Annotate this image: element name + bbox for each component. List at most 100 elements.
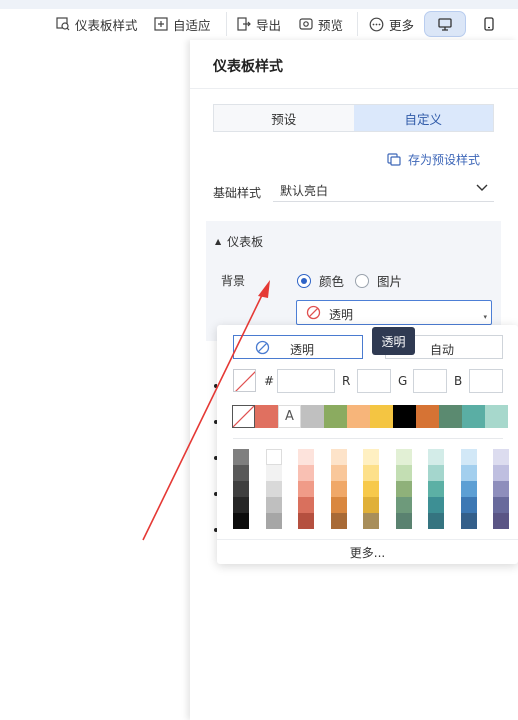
palette-swatch[interactable] — [330, 497, 347, 513]
dropdown-caret-icon: ▾ — [483, 313, 487, 321]
b-input[interactable] — [469, 369, 503, 393]
palette-swatch[interactable] — [330, 513, 347, 529]
palette-swatch[interactable] — [363, 513, 379, 529]
quick-color-swatch[interactable] — [370, 405, 393, 428]
palette-swatch[interactable] — [460, 449, 477, 465]
palette-swatch[interactable] — [265, 465, 282, 481]
mobile-view-button[interactable] — [468, 11, 510, 37]
radio-color[interactable]: 颜色 — [297, 271, 344, 290]
palette-swatch[interactable] — [460, 497, 477, 513]
palette-swatch[interactable] — [395, 465, 412, 481]
no-color-swatch[interactable] — [232, 405, 255, 428]
palette-swatch[interactable] — [298, 481, 314, 497]
palette-swatch[interactable] — [265, 497, 282, 513]
palette-swatch[interactable] — [493, 513, 509, 529]
palette-swatch[interactable] — [493, 465, 509, 481]
adapt-button[interactable]: 自适应 — [154, 14, 211, 34]
background-color-select[interactable]: 透明 ▾ — [296, 300, 492, 325]
export-button[interactable]: 导出 — [237, 14, 281, 34]
palette-swatch[interactable] — [363, 497, 379, 513]
palette-column — [233, 449, 249, 529]
quick-color-swatch[interactable] — [439, 405, 462, 428]
transparent-icon — [306, 305, 321, 320]
palette-column — [428, 449, 444, 529]
tab-preset[interactable]: 预设 — [214, 105, 354, 131]
more-button[interactable]: 更多 — [369, 14, 414, 34]
desktop-view-button[interactable] — [424, 11, 466, 37]
palette-swatch[interactable] — [493, 481, 509, 497]
hex-input[interactable] — [277, 369, 335, 393]
r-label: R — [342, 374, 351, 388]
palette-swatch[interactable] — [460, 481, 477, 497]
quick-color-swatch[interactable] — [485, 405, 508, 428]
preview-button[interactable]: 预览 — [299, 14, 343, 34]
color-picker-popup: 透明 自动 # R G B A 更多... — [217, 325, 518, 564]
quick-color-swatch[interactable] — [324, 405, 347, 428]
r-input[interactable] — [357, 369, 391, 393]
palette-swatch[interactable] — [265, 449, 282, 465]
radio-image[interactable]: 图片 — [355, 271, 402, 290]
quick-color-swatch[interactable] — [416, 405, 439, 428]
palette-swatch[interactable] — [298, 465, 314, 481]
g-input[interactable] — [413, 369, 447, 393]
more-icon — [369, 17, 384, 31]
palette-swatch[interactable] — [428, 513, 444, 529]
quick-color-swatch[interactable] — [347, 405, 370, 428]
chevron-down-icon — [476, 184, 488, 191]
palette-swatch[interactable] — [330, 481, 347, 497]
palette-column — [460, 449, 477, 529]
quick-color-swatch[interactable] — [301, 405, 324, 428]
more-colors-button[interactable]: 更多... — [217, 539, 518, 565]
palette-swatch[interactable] — [233, 465, 249, 481]
desktop-icon — [438, 17, 452, 31]
current-color-preview — [233, 369, 256, 392]
palette-swatch[interactable] — [395, 449, 412, 465]
palette-swatch[interactable] — [330, 465, 347, 481]
quick-color-swatch[interactable] — [255, 405, 278, 428]
base-style-label: 基础样式 — [213, 186, 262, 200]
palette-swatch[interactable] — [428, 481, 444, 497]
section-header[interactable]: ▲ 仪表板 — [215, 233, 263, 250]
transparent-option-label: 透明 — [290, 343, 315, 357]
palette-swatch[interactable] — [298, 513, 314, 529]
palette-swatch[interactable] — [363, 465, 379, 481]
palette-swatch[interactable] — [233, 449, 249, 465]
palette-swatch[interactable] — [265, 513, 282, 529]
base-style-select[interactable]: 默认亮白 — [273, 176, 494, 202]
palette-swatch[interactable] — [428, 497, 444, 513]
save-preset-button[interactable]: 存为预设样式 — [387, 151, 480, 168]
palette-swatch[interactable] — [395, 481, 412, 497]
text-color-swatch-label: A — [285, 409, 294, 424]
adapt-icon — [154, 17, 168, 31]
palette-swatch[interactable] — [233, 481, 249, 497]
palette-swatch[interactable] — [493, 497, 509, 513]
palette-swatch[interactable] — [363, 481, 379, 497]
palette-swatch[interactable] — [428, 465, 444, 481]
palette-column — [493, 449, 509, 529]
palette-swatch[interactable] — [330, 449, 347, 465]
palette-swatch[interactable] — [395, 513, 412, 529]
dashboard-style-button[interactable]: 仪表板样式 — [56, 14, 138, 34]
mobile-icon — [484, 17, 494, 31]
transparent-option-button[interactable]: 透明 — [233, 335, 363, 359]
palette-swatch[interactable] — [233, 513, 249, 529]
palette-swatch[interactable] — [428, 449, 444, 465]
palette-swatch[interactable] — [363, 449, 379, 465]
text-color-swatch[interactable]: A — [278, 405, 301, 428]
quick-color-swatch[interactable] — [462, 405, 485, 428]
base-style-value: 默认亮白 — [280, 184, 329, 198]
palette-swatch[interactable] — [265, 481, 282, 497]
collapse-triangle-icon: ▲ — [215, 237, 222, 246]
palette-column — [330, 449, 347, 529]
palette-swatch[interactable] — [460, 513, 477, 529]
palette-swatch[interactable] — [460, 465, 477, 481]
palette-swatch[interactable] — [493, 449, 509, 465]
palette-swatch[interactable] — [233, 497, 249, 513]
quick-color-swatch[interactable] — [393, 405, 416, 428]
palette-swatch[interactable] — [298, 497, 314, 513]
palette-swatch[interactable] — [395, 497, 412, 513]
palette-column — [265, 449, 282, 529]
style-mode-tabs: 预设 自定义 — [213, 104, 494, 132]
palette-swatch[interactable] — [298, 449, 314, 465]
tab-custom[interactable]: 自定义 — [353, 105, 493, 131]
